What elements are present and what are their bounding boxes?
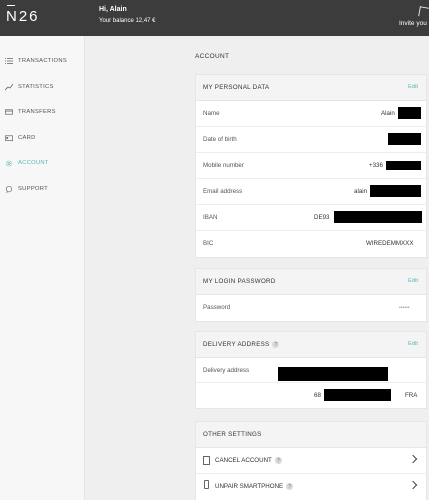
row-label: Mobile number (203, 162, 244, 169)
redaction (324, 389, 391, 401)
email-value: alain (354, 188, 368, 195)
other-settings-card: OTHER SETTINGS CANCEL ACCOUNT? UNPAIR SM… (195, 421, 427, 500)
sidebar: TRANSACTIONS STATISTICS TRANSFERS CARD A… (0, 36, 85, 500)
row-label: Password (203, 304, 231, 311)
chevron-right-icon (408, 454, 418, 464)
email-row: Email address alain (196, 179, 426, 205)
sidebar-item-support[interactable]: SUPPORT (0, 179, 85, 199)
redaction (370, 185, 421, 197)
sidebar-item-label: STATISTICS (18, 84, 54, 90)
delivery-address-card: DELIVERY ADDRESS? Edit Delivery address … (195, 331, 427, 409)
unpair-smartphone-row[interactable]: UNPAIR SMARTPHONE? (196, 474, 426, 500)
balance-text: Your balance 12,47 € (99, 18, 156, 24)
delivery-row-2: 68 FRA (196, 383, 426, 408)
help-icon[interactable]: ? (274, 457, 282, 464)
cancel-account-text: CANCEL ACCOUNT (215, 457, 272, 465)
sidebar-item-statistics[interactable]: STATISTICS (0, 77, 85, 97)
card-title: MY LOGIN PASSWORD (203, 278, 276, 285)
chart-line-icon (5, 83, 13, 91)
sidebar-item-label: ACCOUNT (18, 160, 49, 166)
row-label: Name (203, 110, 220, 117)
name-row: Name Alain (196, 101, 426, 127)
card-icon (5, 134, 13, 142)
transfer-icon (5, 108, 13, 116)
document-icon (203, 456, 210, 465)
sidebar-item-label: TRANSFERS (18, 109, 56, 115)
edit-personal-link[interactable]: Edit (408, 84, 418, 90)
greeting-text: Hi, Alain (99, 6, 127, 13)
delivery-title: DELIVERY ADDRESS (203, 341, 270, 349)
row-label: Email address (203, 188, 243, 195)
card-title: OTHER SETTINGS (203, 431, 262, 438)
gear-icon (5, 159, 13, 167)
invite-link[interactable]: Invite you (399, 20, 427, 27)
card-header: MY PERSONAL DATA Edit (196, 75, 426, 101)
chat-icon (5, 185, 13, 193)
card-header: DELIVERY ADDRESS? Edit (196, 332, 426, 358)
redaction (386, 161, 421, 170)
name-value: Alain (381, 110, 395, 117)
redaction (334, 211, 422, 223)
logo-bar (7, 5, 15, 6)
bic-value: WIREDEMMXXX (366, 240, 414, 247)
row-label: Date of birth (203, 136, 237, 143)
card-title: DELIVERY ADDRESS? (203, 341, 280, 349)
sidebar-item-transactions[interactable]: TRANSACTIONS (0, 51, 85, 71)
logo-text: N26 (6, 8, 40, 25)
redaction (388, 133, 421, 145)
unpair-smartphone-label: UNPAIR SMARTPHONE? (215, 483, 294, 491)
card-header: MY LOGIN PASSWORD Edit (196, 269, 426, 295)
sidebar-item-label: TRANSACTIONS (18, 58, 68, 64)
unpair-smartphone-text: UNPAIR SMARTPHONE (215, 483, 284, 491)
redaction (398, 107, 421, 119)
card-title: MY PERSONAL DATA (203, 84, 270, 91)
mobile-row: Mobile number +336 (196, 153, 426, 179)
delivery-row: Delivery address (196, 358, 426, 383)
gift-icon[interactable] (418, 6, 429, 18)
country-value: FRA (405, 392, 418, 399)
top-bar: N26 Hi, Alain Your balance 12,47 € Invit… (0, 0, 429, 36)
sidebar-item-transfers[interactable]: TRANSFERS (0, 102, 85, 122)
sidebar-item-label: CARD (18, 135, 36, 141)
password-row: Password •••••• (196, 295, 426, 321)
birth-row: Date of birth (196, 127, 426, 153)
sidebar-item-account[interactable]: ACCOUNT (0, 153, 85, 173)
password-value: •••••• (399, 305, 410, 311)
row-label: Delivery address (203, 367, 250, 374)
login-password-card: MY LOGIN PASSWORD Edit Password •••••• (195, 268, 427, 322)
help-icon[interactable]: ? (286, 483, 294, 490)
sidebar-item-label: SUPPORT (18, 186, 49, 192)
row-label: BIC (203, 240, 214, 247)
iban-value: DE93 (314, 214, 330, 221)
edit-password-link[interactable]: Edit (408, 278, 418, 284)
chevron-right-icon (408, 480, 418, 490)
row-label: IBAN (203, 214, 218, 221)
cancel-account-label: CANCEL ACCOUNT? (215, 457, 282, 464)
personal-data-card: MY PERSONAL DATA Edit Name Alain Date of… (195, 74, 427, 258)
n26-logo[interactable]: N26 (6, 5, 40, 25)
redaction (278, 367, 388, 381)
smartphone-icon (204, 480, 209, 489)
help-icon[interactable]: ? (272, 341, 280, 348)
card-header: OTHER SETTINGS (196, 422, 426, 448)
page-title: ACCOUNT (195, 53, 230, 60)
mobile-value: +336 (369, 162, 383, 169)
sidebar-item-card[interactable]: CARD (0, 128, 85, 148)
list-icon (5, 57, 13, 65)
iban-row: IBAN DE93 (196, 205, 426, 231)
cancel-account-row[interactable]: CANCEL ACCOUNT? (196, 448, 426, 474)
postcode-value: 68 (314, 392, 321, 399)
bic-row: BIC WIREDEMMXXX (196, 231, 426, 257)
edit-delivery-link[interactable]: Edit (408, 341, 418, 347)
